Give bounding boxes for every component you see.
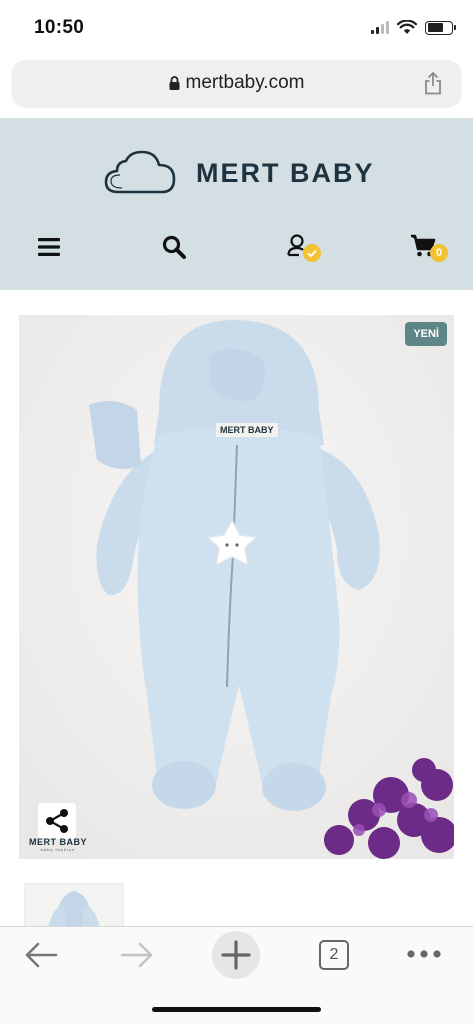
url-display[interactable]: mertbaby.com xyxy=(12,72,461,94)
cart-button[interactable]: 0 xyxy=(410,234,450,264)
address-bar[interactable]: mertbaby.com xyxy=(12,60,461,106)
onesie-illustration xyxy=(19,315,454,859)
share-icon[interactable] xyxy=(423,71,443,95)
status-time: 10:50 xyxy=(34,17,85,38)
new-badge: YENİ xyxy=(405,322,447,346)
arrow-right-icon[interactable] xyxy=(120,941,154,969)
account-button[interactable] xyxy=(287,234,323,264)
home-indicator[interactable] xyxy=(152,1007,321,1012)
watermark: MERT BABY baby fashion xyxy=(29,837,87,852)
status-icons xyxy=(371,20,456,35)
lock-icon xyxy=(169,76,180,90)
site-header: MERT BABY 0 xyxy=(0,118,473,290)
product-image[interactable]: MERT BABY YENİ MERT BABY baby fashion xyxy=(19,315,454,859)
site-logo[interactable]: MERT BABY xyxy=(104,150,375,196)
cloud-logo-icon xyxy=(104,150,176,194)
menu-icon[interactable] xyxy=(38,237,60,257)
account-check-icon xyxy=(303,244,321,262)
new-tab-button[interactable] xyxy=(212,931,260,979)
share-button[interactable] xyxy=(38,803,76,839)
battery-icon xyxy=(425,20,456,35)
header-nav: 0 xyxy=(0,230,473,266)
cart-count-badge: 0 xyxy=(430,244,448,262)
thumbnail-image xyxy=(48,891,100,927)
search-icon[interactable] xyxy=(162,235,186,259)
watermark-tagline: baby fashion xyxy=(40,847,76,852)
url-text: mertbaby.com xyxy=(185,72,305,93)
product-brand-label: MERT BABY xyxy=(216,423,278,437)
plus-icon xyxy=(221,940,251,970)
watermark-text: MERT BABY xyxy=(29,837,87,847)
cellular-signal-icon xyxy=(371,21,389,34)
share-nodes-icon xyxy=(46,809,68,833)
status-bar: 10:50 xyxy=(0,0,473,58)
wifi-icon xyxy=(397,20,417,34)
tab-switcher-button[interactable]: 2 xyxy=(319,940,349,970)
logo-text: MERT BABY xyxy=(196,157,375,188)
arrow-left-icon[interactable] xyxy=(24,941,58,969)
product-thumbnail[interactable] xyxy=(24,883,124,927)
more-icon[interactable] xyxy=(406,949,442,959)
